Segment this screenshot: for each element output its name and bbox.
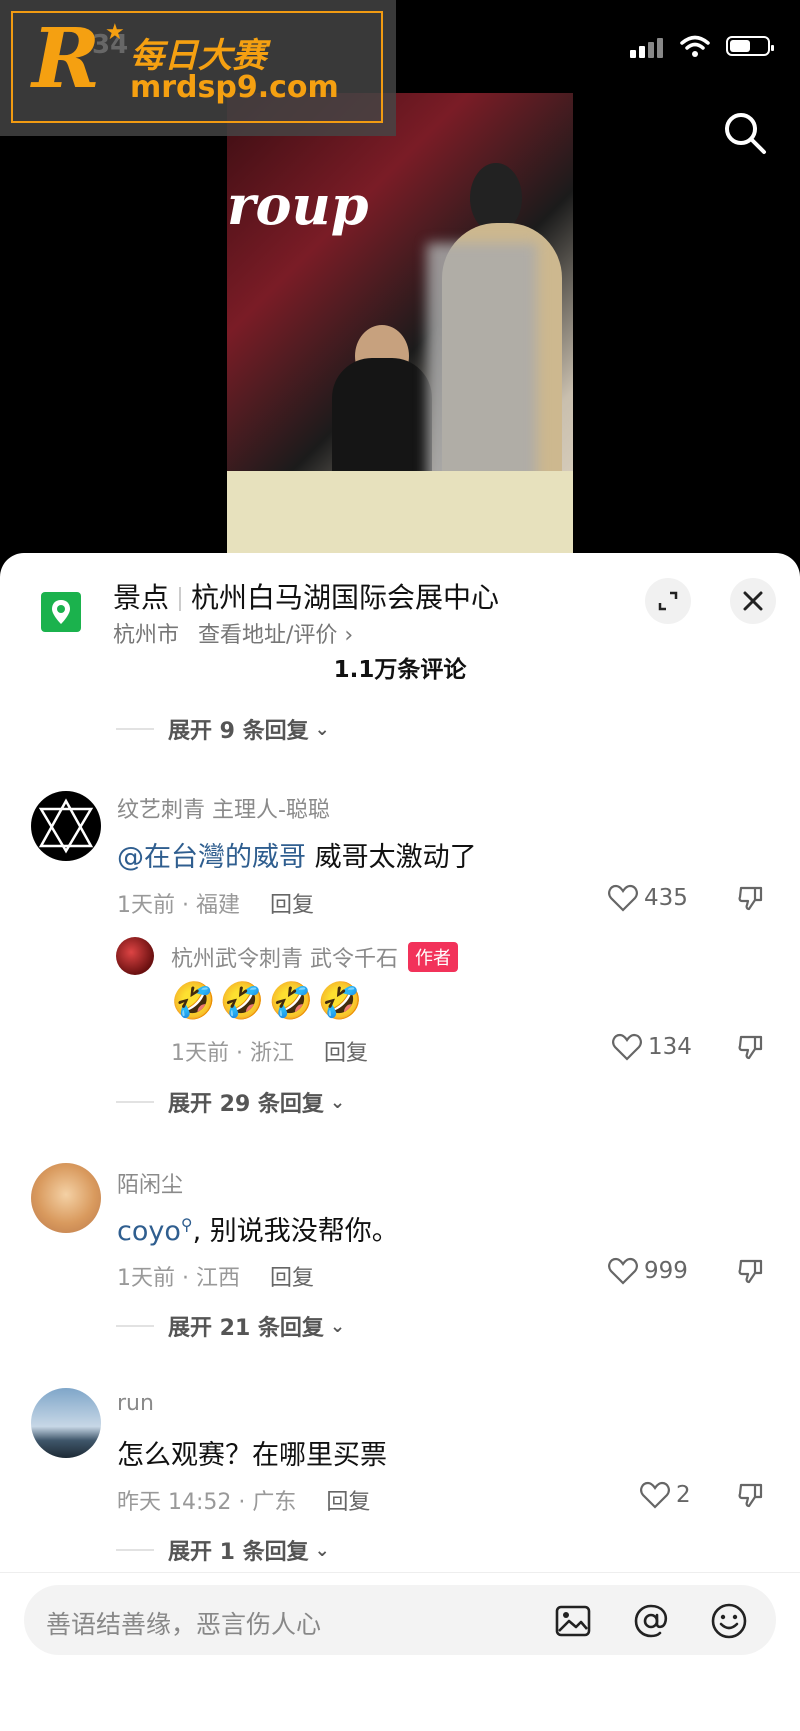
expand-replies[interactable]: 展开 9 条回复 ⌄ (116, 713, 330, 745)
comment-time-location: 昨天 14:52 · 广东 (117, 1490, 297, 1515)
close-button[interactable] (730, 578, 776, 624)
location-category: 景点 (113, 581, 170, 614)
chevron-down-icon: ⌄ (329, 1091, 346, 1113)
dislike-icon[interactable] (737, 884, 765, 912)
chevron-down-icon: ⌄ (314, 718, 330, 740)
comment-time-location: 1天前 · 江西 (117, 1266, 240, 1291)
location-city: 杭州市 (113, 623, 180, 648)
dislike-icon[interactable] (737, 1257, 765, 1285)
like-count: 999 (644, 1258, 688, 1284)
wifi-icon (680, 35, 710, 57)
avatar[interactable] (116, 937, 154, 975)
expand-replies-label: 展开 9 条回复 (168, 719, 309, 744)
heart-icon (612, 1033, 642, 1061)
video-stage-seat (227, 471, 573, 553)
mention-link[interactable]: @在台灣的威哥 (117, 842, 306, 873)
at-mention-icon[interactable] (632, 1602, 670, 1640)
comment-input[interactable]: 善语结善缘，恶言伤人心 (24, 1585, 776, 1655)
comment-body: 威哥太激动了 (306, 842, 477, 873)
comment-body: , 别说我没帮你。 (192, 1216, 399, 1247)
battery-icon (726, 36, 774, 56)
watermark-logo: R (32, 11, 101, 107)
location-title[interactable]: 景点 杭州白马湖国际会展中心 (113, 576, 499, 616)
mention-link[interactable]: coyo (117, 1216, 181, 1247)
status-icons (630, 32, 774, 62)
like-button[interactable]: 999 (608, 1257, 688, 1285)
expand-replies-label: 展开 1 条回复 (168, 1540, 309, 1565)
expand-replies[interactable]: 展开 29 条回复 ⌄ (116, 1086, 345, 1118)
like-count: 134 (648, 1034, 692, 1060)
heart-icon (608, 1257, 638, 1285)
expand-replies[interactable]: 展开 1 条回复 ⌄ (116, 1534, 330, 1566)
reply-text: 🤣🤣🤣🤣 (171, 981, 367, 1022)
comment-text: coyo⚲, 别说我没帮你。 (117, 1209, 399, 1248)
comment-meta: 昨天 14:52 · 广东 回复 (117, 1484, 370, 1516)
comment-meta: 1天前 · 福建 回复 (117, 887, 314, 919)
reply-username-label: 杭州武令刺青 武令千石 (171, 947, 398, 972)
expand-icon (658, 591, 678, 611)
signal-bar (657, 38, 663, 58)
reply-button[interactable]: 回复 (324, 1041, 368, 1066)
reply-button[interactable]: 回复 (326, 1490, 370, 1515)
expand-replies[interactable]: 展开 21 条回复 ⌄ (116, 1310, 345, 1342)
divider (0, 1572, 800, 1573)
reply-username[interactable]: 杭州武令刺青 武令千石 作者 (171, 941, 458, 973)
expand-replies-label: 展开 29 条回复 (168, 1092, 324, 1117)
comment-username[interactable]: run (117, 1391, 154, 1416)
search-icon[interactable]: ⚲ (181, 1215, 193, 1234)
close-icon (743, 591, 763, 611)
image-icon[interactable] (554, 1602, 592, 1640)
expand-button[interactable] (645, 578, 691, 624)
watermark-url: mrdsp9.com (130, 70, 339, 105)
reply-button[interactable]: 回复 (270, 1266, 314, 1291)
reply-meta: 1天前 · 浙江 回复 (171, 1035, 368, 1067)
like-button[interactable]: 435 (608, 884, 688, 912)
reply-button[interactable]: 回复 (270, 893, 314, 918)
location-name: 杭州白马湖国际会展中心 (191, 581, 500, 614)
comment-text: 怎么观赛？在哪里买票 (117, 1440, 387, 1471)
like-button[interactable]: 134 (612, 1033, 692, 1061)
location-subtitle[interactable]: 杭州市 查看地址/评价 › (113, 617, 353, 649)
comment-input-placeholder: 善语结善缘，恶言伤人心 (46, 1610, 322, 1639)
dislike-icon[interactable] (737, 1481, 765, 1509)
comment-meta: 1天前 · 江西 回复 (117, 1260, 314, 1292)
video-overlay-text: roup (227, 173, 369, 237)
chevron-down-icon: ⌄ (314, 1539, 330, 1561)
signal-bar (639, 46, 645, 58)
like-button[interactable]: 2 (640, 1481, 691, 1509)
like-count: 435 (644, 885, 688, 911)
comment-text: @在台灣的威哥 威哥太激动了 (117, 835, 477, 874)
signal-bar (648, 42, 654, 58)
heart-icon (640, 1481, 670, 1509)
author-badge: 作者 (408, 942, 458, 972)
comment-username[interactable]: 陌闲尘 (117, 1167, 183, 1199)
search-icon[interactable] (722, 110, 768, 156)
dislike-icon[interactable] (737, 1033, 765, 1061)
emoji-icon[interactable] (710, 1602, 748, 1640)
video-frame[interactable]: roup (227, 93, 573, 553)
comment-username[interactable]: 纹艺刺青 主理人-聪聪 (117, 792, 330, 824)
signal-bar (630, 50, 636, 58)
avatar[interactable] (31, 1388, 101, 1458)
expand-replies-label: 展开 21 条回复 (168, 1316, 324, 1341)
watermark-overlay: R ★ 每日大赛 mrdsp9.com (0, 0, 396, 136)
location-link[interactable]: 查看地址/评价 › (198, 623, 353, 648)
like-count: 2 (676, 1482, 691, 1508)
comment-time-location: 1天前 · 福建 (117, 893, 240, 918)
comment-count: 1.1万条评论 (333, 657, 467, 683)
chevron-down-icon: ⌄ (329, 1315, 346, 1337)
reply-time-location: 1天前 · 浙江 (171, 1041, 294, 1066)
heart-icon (608, 884, 638, 912)
avatar[interactable] (31, 791, 101, 861)
location-pin-icon (41, 592, 81, 632)
star-icon: ★ (105, 20, 125, 45)
avatar[interactable] (31, 1163, 101, 1233)
